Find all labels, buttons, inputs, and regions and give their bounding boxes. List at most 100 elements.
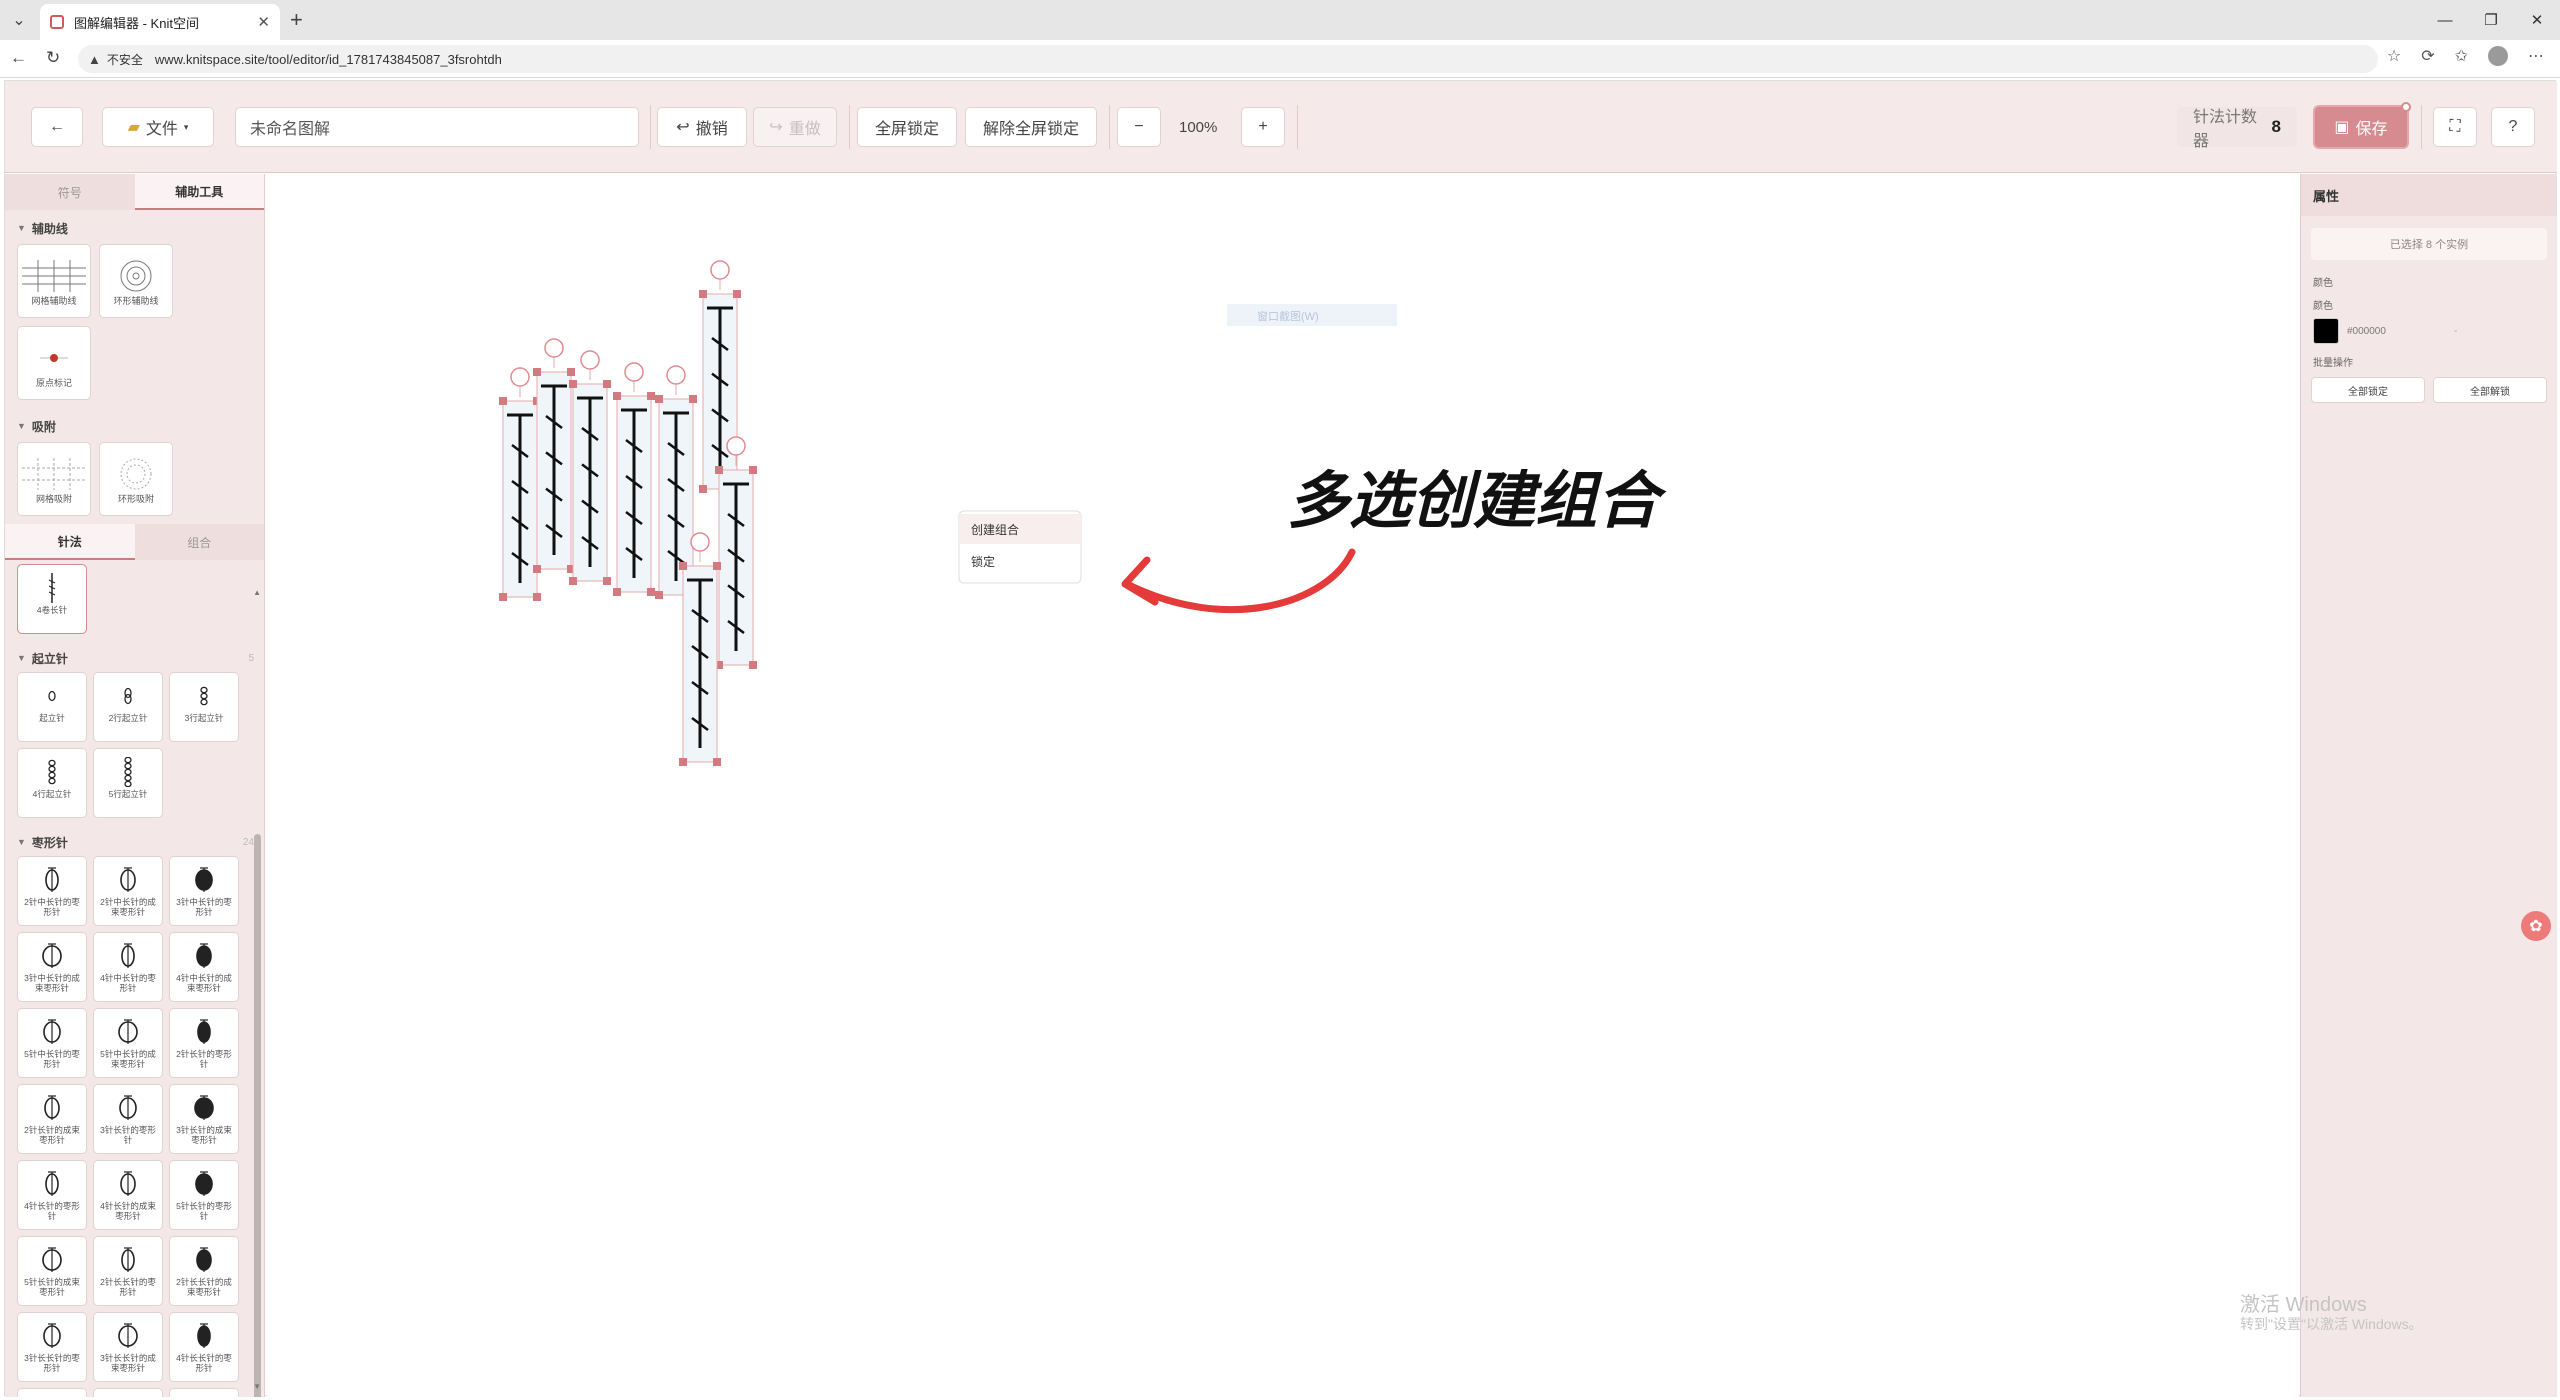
zoom-in-button[interactable]: + (1241, 107, 1285, 147)
resize-handle[interactable] (533, 565, 541, 573)
stitch-symbol-card[interactable]: 4卷长针 (17, 564, 87, 634)
resize-handle[interactable] (647, 588, 655, 596)
stitch-symbol-card[interactable]: 3针长针的成束枣形针 (169, 1084, 239, 1154)
doc-name-input[interactable]: 未命名图解 (235, 107, 639, 147)
stitch-symbol-card[interactable]: 4针中长针的枣形针 (93, 932, 163, 1002)
resize-handle[interactable] (679, 562, 687, 570)
stitch-symbol-card[interactable]: 2针中长针的枣形针 (17, 856, 87, 926)
resize-handle[interactable] (613, 392, 621, 400)
restore-icon[interactable]: ❐ (2468, 0, 2514, 40)
resize-handle[interactable] (603, 577, 611, 585)
stitch-symbol-card[interactable]: 2针中长针的成束枣形针 (93, 856, 163, 926)
stitch-symbol-card[interactable]: 3针中长针的枣形针 (169, 856, 239, 926)
profile-avatar[interactable] (2488, 46, 2508, 66)
color-swatch[interactable] (2313, 318, 2339, 344)
bookmark-star-icon[interactable]: ☆ (2387, 46, 2401, 66)
lock-all-button[interactable]: 全屏锁定 (857, 107, 957, 147)
resize-handle[interactable] (679, 758, 687, 766)
panel-scrollbar[interactable] (254, 584, 262, 1397)
address-bar[interactable]: ▲ 不安全 www.knitspace.site/tool/editor/id_… (78, 45, 2378, 73)
rotate-handle[interactable] (710, 260, 730, 280)
tab-stitches[interactable]: 针法 (5, 524, 135, 560)
fullscreen-button[interactable]: ⛶ (2433, 107, 2477, 147)
stitch-symbol-card[interactable]: 5针中长针的枣形针 (17, 1008, 87, 1078)
scroll-down-icon[interactable]: ▼ (253, 1382, 261, 1391)
stitch-instance[interactable] (533, 338, 575, 573)
back-button[interactable]: ← (31, 107, 83, 147)
rotate-handle[interactable] (510, 367, 530, 387)
stitch-instance[interactable] (569, 350, 611, 585)
resize-handle[interactable] (567, 368, 575, 376)
grid-guide-tool[interactable]: 网格辅助线 (17, 244, 91, 318)
ring-guide-tool[interactable]: 环形辅助线 (99, 244, 173, 318)
menu-item-lock[interactable]: 锁定 (971, 554, 995, 569)
new-tab-icon[interactable]: + (290, 7, 303, 33)
stitch-symbol-card[interactable]: 3针长长针的枣形针 (17, 1312, 87, 1382)
zoom-out-button[interactable]: − (1117, 107, 1161, 147)
stitch-instance[interactable] (699, 260, 741, 493)
resize-handle[interactable] (613, 588, 621, 596)
help-button[interactable]: ? (2491, 107, 2535, 147)
resize-handle[interactable] (715, 466, 723, 474)
resize-handle[interactable] (647, 392, 655, 400)
scrollbar-thumb[interactable] (254, 834, 261, 1397)
stitch-symbol-card[interactable]: 5针中长针的成束枣形针 (93, 1008, 163, 1078)
stitch-symbol-card[interactable]: 2针长针的成束枣形针 (17, 1084, 87, 1154)
stitch-symbol-card[interactable]: 2针长长针的枣形针 (93, 1236, 163, 1306)
resize-handle[interactable] (533, 368, 541, 376)
stitch-instance[interactable] (613, 362, 655, 596)
unlock-all-instances-button[interactable]: 全部解锁 (2433, 377, 2547, 403)
canvas-drawing[interactable]: 窗口截图(W) 创建组合 锁定 多选创建组合 (267, 174, 2299, 1397)
file-menu-button[interactable]: ▰ 文件 ▾ (102, 107, 214, 147)
resize-handle[interactable] (569, 380, 577, 388)
url-text[interactable]: www.knitspace.site/tool/editor/id_178174… (155, 52, 502, 67)
tab-groups[interactable]: 组合 (134, 524, 264, 560)
color-hex[interactable]: #000000 (2347, 326, 2386, 337)
stitch-symbol-card[interactable]: 3针中长针的成束枣形针 (17, 932, 87, 1002)
resize-handle[interactable] (749, 661, 757, 669)
stitch-symbol-card[interactable]: 4针中长针的成束枣形针 (169, 932, 239, 1002)
stitch-symbol-card[interactable]: 4行起立针 (17, 748, 87, 818)
resize-handle[interactable] (749, 466, 757, 474)
floating-assistant-icon[interactable]: ✿ (2521, 911, 2551, 941)
stitch-symbol-card[interactable]: 3针长长针的成束枣形针 (93, 1312, 163, 1382)
stitch-instance[interactable] (679, 532, 721, 766)
rotate-handle[interactable] (580, 350, 600, 370)
rotate-handle[interactable] (666, 365, 686, 385)
stitch-symbol-card[interactable]: 5针长针的成束枣形针 (17, 1236, 87, 1306)
guides-section-header[interactable]: ▼ 辅助线 (5, 210, 264, 238)
stitch-counter[interactable]: 针法计数器 8 (2177, 107, 2297, 150)
stitch-symbol-card[interactable]: 2针长长针的成束枣形针 (169, 1236, 239, 1306)
browser-tab[interactable]: 图解编辑器 - Knit空间 ✕ (40, 4, 280, 40)
menu-item-create-group[interactable]: 创建组合 (971, 522, 1019, 537)
save-button[interactable]: ▣ 保存 (2313, 102, 2411, 149)
minimize-icon[interactable]: — (2422, 0, 2468, 40)
stitch-symbol-card[interactable]: 5针长长针的枣形针 (93, 1388, 163, 1397)
bobble-stitch-header[interactable]: ▼ 枣形针 24 (5, 824, 264, 852)
redo-button[interactable]: ↪ 重做 (753, 107, 837, 147)
reload-icon[interactable]: ↻ (46, 48, 60, 68)
stitch-symbol-card[interactable]: 3行起立针 (169, 672, 239, 742)
window-close-icon[interactable]: ✕ (2514, 0, 2560, 40)
back-icon[interactable]: ← (10, 48, 27, 68)
resize-handle[interactable] (713, 758, 721, 766)
resize-handle[interactable] (569, 577, 577, 585)
unlock-all-button[interactable]: 解除全屏锁定 (965, 107, 1097, 147)
stitch-symbol-card[interactable]: 2行起立针 (93, 672, 163, 742)
resize-handle[interactable] (603, 380, 611, 388)
stitch-symbol-card[interactable]: 4针长长针的成束枣形针 (17, 1388, 87, 1397)
tab-aux-tools[interactable]: 辅助工具 (134, 174, 264, 210)
stitch-symbol-card[interactable]: 起立针 (17, 672, 87, 742)
undo-button[interactable]: ↩ 撤销 (657, 107, 747, 147)
stitch-symbol-card[interactable]: 4针长长针的枣形针 (169, 1312, 239, 1382)
stitch-symbol-card[interactable]: 5针长长针的成束枣形针 (169, 1388, 239, 1397)
snap-section-header[interactable]: ▼ 吸附 (5, 408, 264, 436)
lock-all-instances-button[interactable]: 全部锁定 (2311, 377, 2425, 403)
stitch-symbol-card[interactable]: 5行起立针 (93, 748, 163, 818)
resize-handle[interactable] (733, 290, 741, 298)
resize-handle[interactable] (699, 290, 707, 298)
rotate-handle[interactable] (624, 362, 644, 382)
rotate-handle[interactable] (690, 532, 710, 552)
stitch-symbol-card[interactable]: 4针长针的枣形针 (17, 1160, 87, 1230)
favorites-icon[interactable]: ✩ (2455, 46, 2468, 66)
